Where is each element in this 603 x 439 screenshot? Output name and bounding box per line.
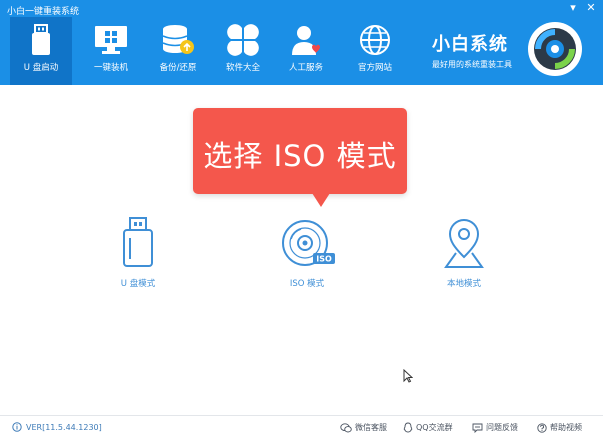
info-icon [12,422,22,432]
nav-tab-label: 官方网站 [357,63,392,73]
status-bar: VER[11.5.44.1230] 微信客服 QQ交流群 问题反馈 帮助视频 [0,415,603,439]
iso-mode-callout: 选择 ISO 模式 [193,108,407,194]
help-video-link[interactable]: 帮助视频 [537,422,582,433]
nav-tab-label: 软件大全 [225,63,260,73]
mouse-cursor-icon [403,369,413,383]
close-button[interactable]: ✕ [583,2,599,15]
nav-tab-manual-service[interactable]: 人工服务 [275,17,337,85]
brand-title: 小白系统 [432,34,508,55]
nav-tab-usb-boot[interactable]: U 盘启动 [10,17,72,85]
footer-link-label: 帮助视频 [550,423,582,432]
nav-tab-label: 一键装机 [93,63,128,73]
version-text: VER[11.5.44.1230] [26,422,102,432]
nav-tab-label: 人工服务 [288,63,323,73]
person-heart-icon [289,23,323,57]
globe-icon [358,23,392,57]
footer-link-label: 问题反馈 [486,423,518,432]
usb-drive-icon [108,215,168,271]
wechat-support-link[interactable]: 微信客服 [340,422,387,433]
monitor-windows-icon [94,23,128,57]
usb-drive-icon [24,23,58,57]
mode-label: 本地模式 [446,279,481,289]
callout-arrow [312,193,330,207]
callout-text: 选择 ISO 模式 [203,139,397,173]
clover-apps-icon [226,23,260,57]
nav-tab-one-click-install[interactable]: 一键装机 [80,17,142,85]
nav-tab-software[interactable]: 软件大全 [212,17,274,85]
iso-mode-button[interactable]: ISO ISO 模式 [262,215,352,295]
usb-mode-button[interactable]: U 盘模式 [93,215,183,295]
iso-badge: ISO [316,255,332,264]
nav-tab-official-site[interactable]: 官方网站 [344,17,406,85]
footer-link-label: QQ交流群 [416,423,453,432]
mode-label: ISO 模式 [289,279,325,289]
qq-group-link[interactable]: QQ交流群 [403,422,453,433]
window-controls: ▾ ✕ [565,2,599,15]
nav-tab-label: U 盘启动 [23,63,59,73]
feedback-link[interactable]: 问题反馈 [472,422,518,433]
app-header: 小白一键重装系统 ▾ ✕ U 盘启动 一键装机 备份/还原 软件大全 人工服务 … [0,0,603,85]
brand-logo-icon [528,22,582,76]
nav-tab-label: 备份/还原 [159,63,197,73]
window-title: 小白一键重装系统 [7,7,80,17]
local-mode-button[interactable]: 本地模式 [419,215,509,295]
feedback-icon [472,423,483,433]
map-pin-icon [434,215,494,271]
minimize-button[interactable]: ▾ [565,2,581,15]
database-backup-icon [161,23,195,57]
iso-disc-icon: ISO [277,215,337,271]
version-info: VER[11.5.44.1230] [12,422,102,432]
qq-icon [403,422,413,433]
footer-link-label: 微信客服 [355,423,387,432]
wechat-icon [340,422,352,432]
nav-tab-backup-restore[interactable]: 备份/还原 [147,17,209,85]
mode-label: U 盘模式 [120,279,156,289]
help-icon [537,422,547,433]
brand-subtitle: 最好用的系统重装工具 [432,60,512,69]
